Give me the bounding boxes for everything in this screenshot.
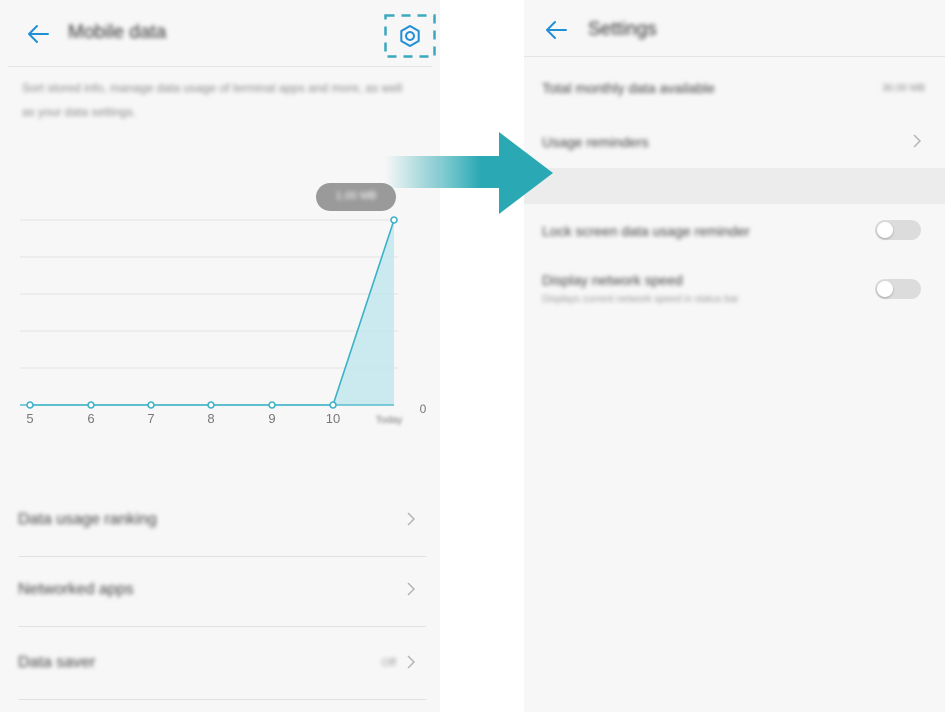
chevron-right-icon	[407, 582, 416, 596]
chart-x-tick-label: 7	[147, 411, 154, 426]
chart-y-tick-label: 0	[420, 402, 427, 416]
data-usage-chart: 5 6 7 8 9 10 Today 0 1.00 MB	[0, 175, 440, 445]
settings-screen: Settings Total monthly data available 30…	[524, 0, 945, 712]
chart-data-point	[26, 401, 34, 409]
toggle-knob	[877, 222, 893, 238]
display-network-speed-toggle[interactable]	[875, 279, 921, 299]
setting-usage-reminders[interactable]: Usage reminders	[542, 116, 925, 166]
chart-data-point	[147, 401, 155, 409]
app-bar: Mobile data	[0, 0, 440, 64]
app-bar: Settings	[524, 0, 945, 64]
toggle-knob	[877, 281, 893, 297]
menu-row-networked-apps[interactable]: Networked apps	[18, 557, 426, 627]
setting-display-network-speed[interactable]: Display network speed Displays current n…	[542, 262, 925, 316]
gear-icon	[400, 25, 420, 47]
chevron-right-icon	[407, 655, 416, 669]
setting-label: Lock screen data usage reminder	[542, 223, 750, 239]
menu-row-value: Off	[381, 657, 396, 669]
chart-x-tick-label: 9	[268, 411, 275, 426]
lock-screen-reminder-toggle[interactable]	[875, 220, 921, 240]
chart-data-point	[329, 401, 337, 409]
chart-series-line	[30, 219, 395, 406]
row-divider	[18, 699, 426, 700]
chart-x-tick-label: 6	[87, 411, 94, 426]
section-spacer	[524, 168, 945, 204]
chart-x-tick-label: 10	[326, 411, 340, 426]
page-title: Settings	[588, 19, 657, 40]
back-arrow-icon[interactable]	[540, 14, 572, 46]
page-title: Mobile data	[68, 22, 167, 43]
chart-data-point	[207, 401, 215, 409]
setting-total-monthly-data[interactable]: Total monthly data available 30.00 MB	[542, 64, 925, 110]
setting-lock-screen-reminder[interactable]: Lock screen data usage reminder	[542, 210, 925, 254]
mobile-data-screen: Mobile data Sort stored info, manage dat…	[0, 0, 440, 712]
setting-sublabel: Displays current network speed in status…	[542, 294, 739, 305]
row-divider	[18, 626, 426, 627]
setting-value: 30.00 MB	[882, 83, 925, 94]
menu-row-label: Data saver	[18, 654, 96, 671]
chevron-right-icon	[407, 512, 416, 526]
transition-arrow-icon	[385, 132, 553, 214]
chart-value-tooltip: 1.00 MB	[316, 183, 396, 211]
menu-row-data-saver[interactable]: Data saver Off	[18, 630, 426, 700]
chart-tooltip-label: 1.00 MB	[335, 190, 377, 202]
chart-x-tick-label: 5	[26, 411, 33, 426]
setting-label: Total monthly data available	[542, 80, 715, 96]
menu-row-data-usage-ranking[interactable]: Data usage ranking	[18, 487, 426, 557]
header-divider	[524, 56, 945, 57]
menu-row-label: Data usage ranking	[18, 511, 157, 528]
chart-data-point	[390, 216, 398, 224]
back-arrow-icon[interactable]	[22, 18, 54, 50]
menu-row-label: Networked apps	[18, 581, 134, 598]
description-text: Sort stored info, manage data usage of t…	[22, 81, 403, 119]
chart-data-point	[268, 401, 276, 409]
chart-x-tick-label: Today	[376, 415, 403, 426]
chevron-right-icon	[913, 134, 922, 148]
setting-label: Display network speed	[542, 272, 683, 288]
header-divider	[8, 66, 432, 67]
settings-button[interactable]	[384, 14, 436, 58]
chart-x-tick-label: 8	[207, 411, 214, 426]
chart-data-point	[87, 401, 95, 409]
chart-svg: 5 6 7 8 9 10 Today 0	[20, 216, 427, 426]
